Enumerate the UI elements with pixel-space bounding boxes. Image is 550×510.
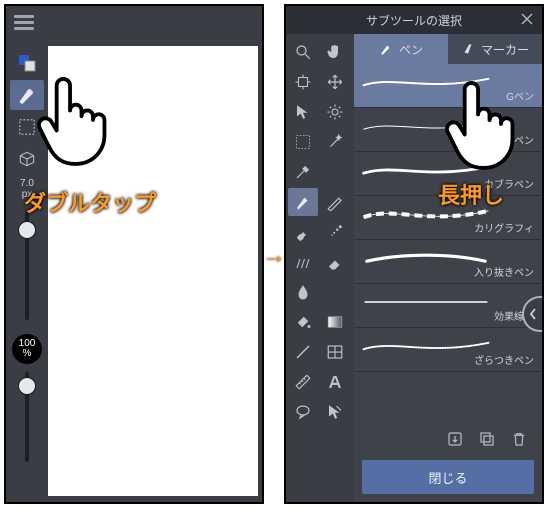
duplicate-subtool-icon[interactable] xyxy=(476,428,498,450)
right-screenshot: サブツールの選択 xyxy=(284,4,544,504)
line-tool-icon[interactable] xyxy=(288,338,318,366)
brush-name: Gペン xyxy=(506,88,534,103)
zoom-slider[interactable] xyxy=(17,372,37,462)
brush-name: カブラペン xyxy=(484,176,534,191)
zoom-tool-icon[interactable] xyxy=(288,38,318,66)
brush-tool-icon[interactable] xyxy=(288,218,318,246)
marquee-rect-icon[interactable] xyxy=(288,128,318,156)
empty-slot-2 xyxy=(320,278,350,306)
import-subtool-icon[interactable] xyxy=(444,428,466,450)
airbrush-tool-icon[interactable] xyxy=(320,218,350,246)
dialog-title: サブツールの選択 xyxy=(366,12,462,29)
fill-tool-icon[interactable] xyxy=(288,308,318,336)
zoom-unit: % xyxy=(23,349,32,359)
brush-item-g-pen[interactable]: Gペン xyxy=(354,64,542,108)
gradient-tool-icon[interactable] xyxy=(320,308,350,336)
decoration-tool-icon[interactable] xyxy=(288,248,318,276)
transition-arrow-icon: → xyxy=(262,244,286,268)
brush-item-koukasen[interactable]: 効果線用 xyxy=(354,284,542,328)
left-screenshot: 7.0 px 100 % xyxy=(4,4,264,504)
dialog-header: サブツールの選択 xyxy=(286,6,542,34)
close-button[interactable]: 閉じる xyxy=(362,460,534,494)
hand-tool-icon[interactable] xyxy=(320,38,350,66)
tab-marker[interactable]: マーカー xyxy=(448,34,542,64)
brush-item-zaratsuki-pen[interactable]: ざらつきペン xyxy=(354,328,542,372)
brush-size-unit: px xyxy=(20,189,34,200)
zoom-indicator[interactable]: 100 % xyxy=(12,334,42,364)
brush-item-irinuki-pen[interactable]: 入り抜きペン xyxy=(354,240,542,284)
pen-tool[interactable] xyxy=(10,80,44,110)
eyedropper-icon[interactable] xyxy=(288,158,318,186)
left-tool-sidebar: 7.0 px 100 % xyxy=(8,46,46,496)
pen-tool-icon[interactable] xyxy=(288,188,318,216)
marker-icon xyxy=(461,42,475,56)
subtool-actions xyxy=(354,424,542,454)
color-picker-tool[interactable] xyxy=(10,48,44,78)
correct-line-icon[interactable] xyxy=(320,398,350,426)
move-arrows-icon[interactable] xyxy=(320,68,350,96)
brush-name: 入り抜きペン xyxy=(474,264,534,279)
pencil-tool-icon[interactable] xyxy=(320,188,350,216)
pen-icon xyxy=(379,42,393,56)
brush-name: カリグラフィ xyxy=(474,220,534,235)
delete-subtool-icon[interactable] xyxy=(508,428,530,450)
brush-size-value: 7.0 xyxy=(20,178,34,189)
brush-size-slider[interactable] xyxy=(17,210,37,320)
frame-tool-icon[interactable] xyxy=(320,338,350,366)
brush-size-indicator[interactable]: 7.0 px xyxy=(20,178,34,200)
hamburger-menu-button[interactable] xyxy=(10,10,38,34)
text-tool-icon[interactable] xyxy=(320,368,350,396)
brush-item-maru-pen[interactable]: 丸ペン xyxy=(354,108,542,152)
brush-name: ざらつきペン xyxy=(474,352,534,367)
brush-list: Gペン 丸ペン カブラペン カリグラフィ 入り抜きペン xyxy=(354,64,542,424)
ruler-tool-icon[interactable] xyxy=(288,368,318,396)
tab-marker-label: マーカー xyxy=(481,41,529,58)
marquee-tool[interactable] xyxy=(10,112,44,142)
tab-pen[interactable]: ペン xyxy=(354,34,448,64)
drawing-canvas[interactable] xyxy=(48,46,258,496)
cube-tool[interactable] xyxy=(10,144,44,174)
tool-palette xyxy=(286,34,354,502)
object-select-icon[interactable] xyxy=(288,98,318,126)
subtool-picker: ペン マーカー Gペン 丸ペン カブラペン xyxy=(354,34,542,502)
brush-item-calligraphy[interactable]: カリグラフィ xyxy=(354,196,542,240)
tab-pen-label: ペン xyxy=(399,41,423,58)
close-button-label: 閉じる xyxy=(428,468,467,487)
balloon-tool-icon[interactable] xyxy=(288,398,318,426)
light-table-icon[interactable] xyxy=(320,98,350,126)
empty-slot xyxy=(320,158,350,186)
move-layer-icon[interactable] xyxy=(288,68,318,96)
close-icon[interactable] xyxy=(518,10,536,28)
brush-item-kabura-pen[interactable]: カブラペン xyxy=(354,152,542,196)
subtool-tabs: ペン マーカー xyxy=(354,34,542,64)
blend-tool-icon[interactable] xyxy=(288,278,318,306)
brush-name: 丸ペン xyxy=(504,132,534,147)
wand-tool-icon[interactable] xyxy=(320,128,350,156)
eraser-tool-icon[interactable] xyxy=(320,248,350,276)
